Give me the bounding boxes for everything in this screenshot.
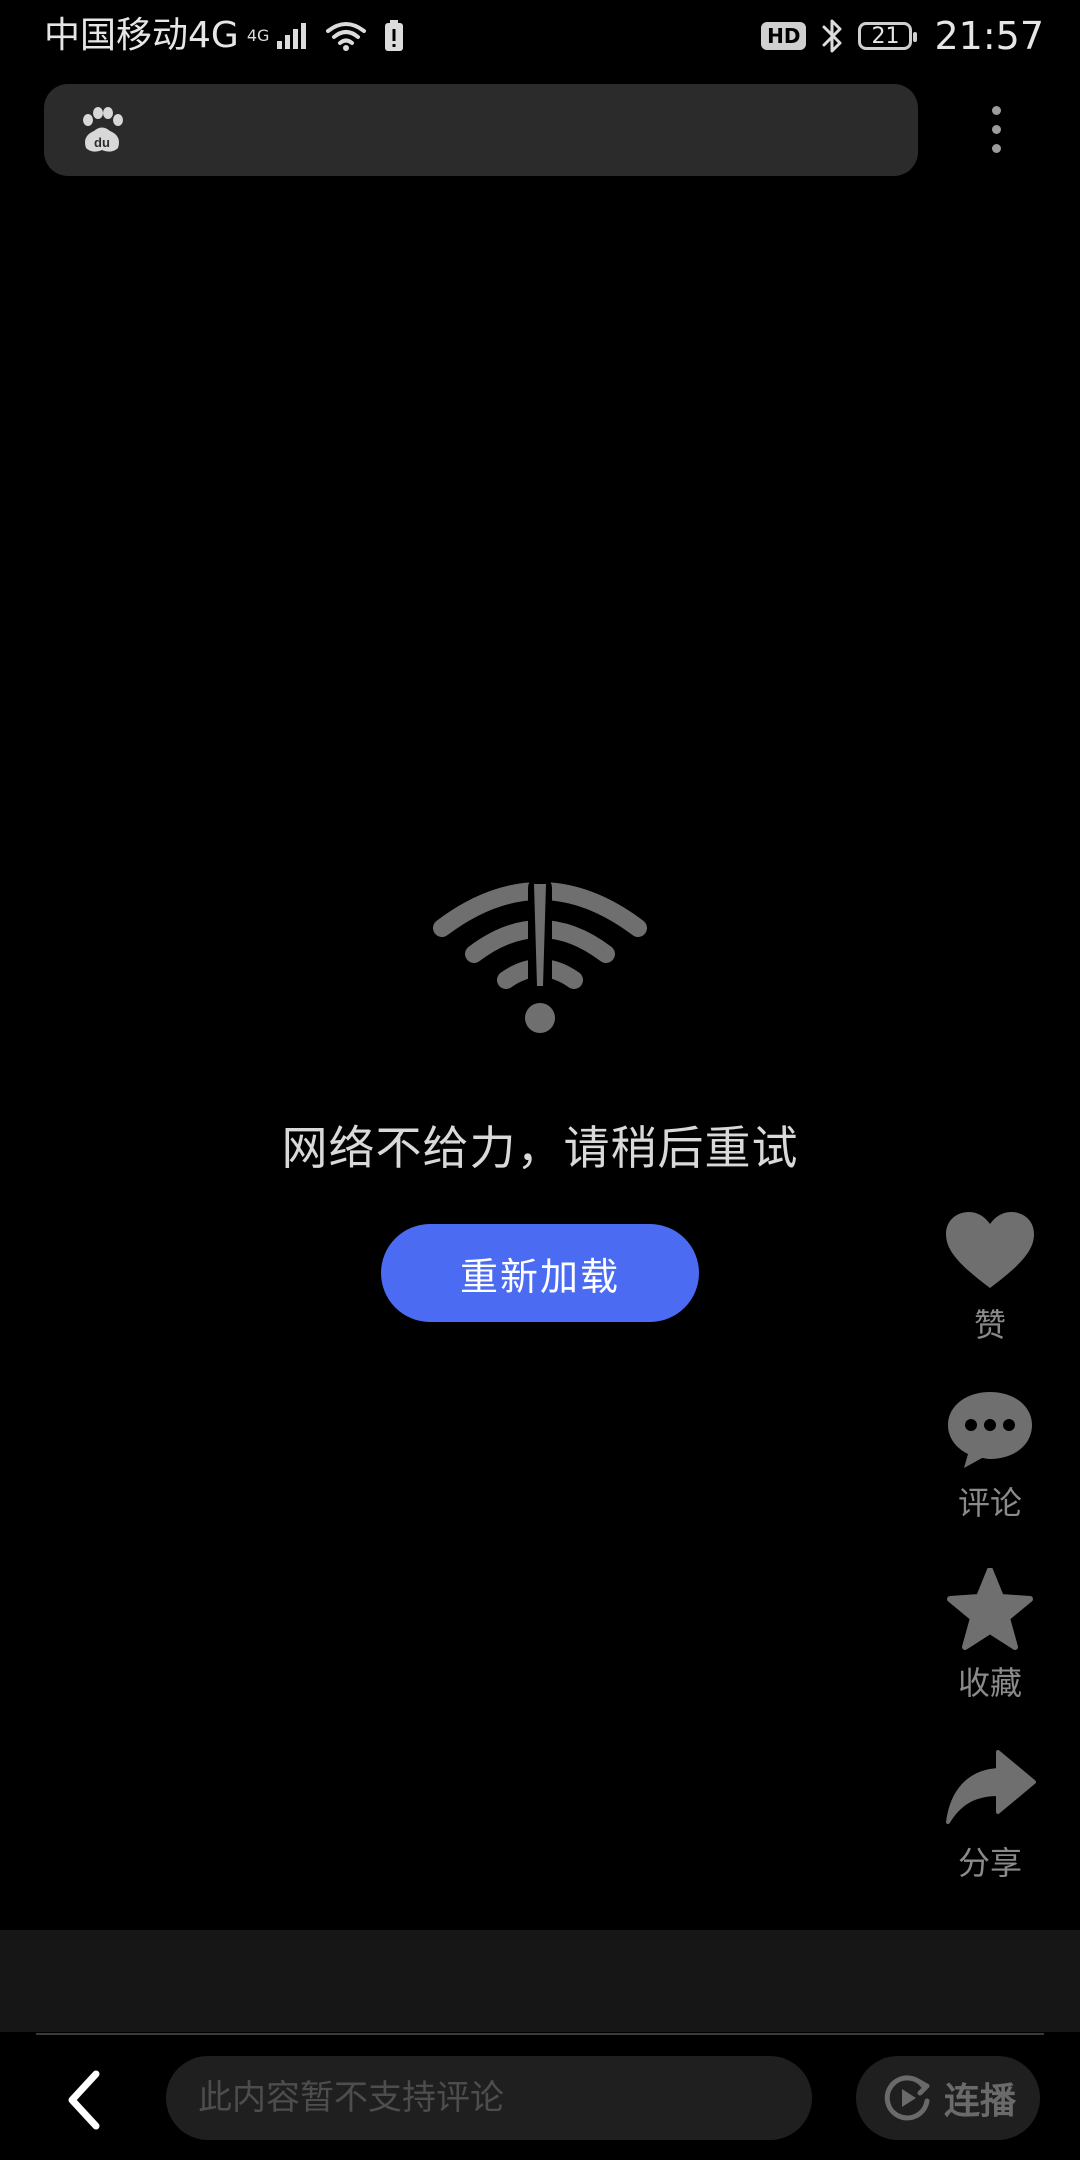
search-bar[interactable]: du xyxy=(44,84,918,176)
more-menu-button[interactable] xyxy=(976,96,1016,162)
comment-input[interactable] xyxy=(166,2056,812,2140)
favorite-button[interactable]: 收藏 xyxy=(934,1568,1046,1704)
hd-badge: HD xyxy=(761,22,807,50)
share-icon xyxy=(946,1750,1036,1824)
network-error-icon xyxy=(433,876,647,1033)
comment-icon xyxy=(948,1392,1032,1468)
status-bar: 中国移动4G 4G HD 21 21:57 xyxy=(0,0,1080,72)
signal-icon xyxy=(277,23,307,49)
wifi-icon xyxy=(326,22,367,51)
autoplay-label: 连播 xyxy=(943,2081,1016,2122)
autoplay-icon xyxy=(884,2075,930,2121)
menu-dot xyxy=(991,124,1001,134)
menu-dot xyxy=(991,105,1001,115)
battery-indicator: 21 xyxy=(858,22,918,50)
share-label: 分享 xyxy=(957,1844,1022,1882)
status-right: HD 21 21:57 xyxy=(761,12,1044,60)
reload-button[interactable]: 重新加载 xyxy=(381,1224,699,1322)
share-button[interactable]: 分享 xyxy=(934,1748,1046,1884)
bluetooth-icon xyxy=(822,19,842,53)
network-type-label: 4G xyxy=(246,26,270,45)
baidu-paw-logo: du xyxy=(83,107,123,152)
autoplay-button[interactable]: 连播 xyxy=(856,2056,1040,2140)
menu-dot xyxy=(991,143,1001,153)
like-label: 赞 xyxy=(973,1306,1006,1344)
bottom-panel xyxy=(0,1930,1080,2032)
clock: 21:57 xyxy=(934,14,1044,58)
heart-icon xyxy=(946,1212,1034,1288)
carrier-label: 中国移动4G xyxy=(44,15,239,56)
comment-button[interactable]: 评论 xyxy=(934,1388,1046,1524)
back-arrow-icon[interactable] xyxy=(58,2064,114,2136)
comment-label: 评论 xyxy=(957,1484,1022,1522)
like-button[interactable]: 赞 xyxy=(934,1210,1046,1346)
svg-text:du: du xyxy=(94,135,110,150)
favorite-label: 收藏 xyxy=(957,1664,1022,1702)
star-icon xyxy=(947,1568,1033,1650)
battery-alert-icon xyxy=(385,20,404,51)
status-left: 中国移动4G 4G xyxy=(44,12,405,60)
error-message: 网络不给力，请稍后重试 xyxy=(281,1121,799,1175)
